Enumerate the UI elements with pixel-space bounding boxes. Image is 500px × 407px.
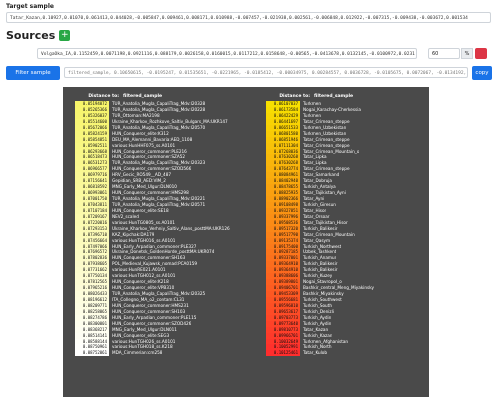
ancient-distance-table: Distance to: filtered_sample 0.05194072 T…	[75, 93, 253, 357]
population-name: MDA_Cimmerian:cm258	[112, 350, 163, 356]
table-row: 0.10125461 Tatar_Kulob	[266, 350, 418, 357]
filter-sample-button[interactable]: Filter sample	[6, 66, 60, 80]
copy-button[interactable]: copy	[472, 66, 492, 80]
sources-header: Sources +	[6, 29, 71, 42]
distance-value: 0.10125461	[266, 350, 300, 357]
source-percent-input[interactable]: 60	[428, 48, 460, 59]
add-source-button[interactable]: +	[59, 30, 71, 41]
source-sample-input[interactable]: VolgaOka_IA,0.1152459,0.0071198,0.092111…	[37, 48, 417, 59]
table-rows: 0.05194072 TUR_Anatolia_Mugla_CapaliTrag_…	[75, 101, 253, 357]
target-sample-input[interactable]: Tatar_Kazan,0.10927,0.01070,0.061413,0.0…	[6, 12, 491, 23]
percent-symbol: %	[461, 48, 473, 59]
remove-source-button[interactable]	[475, 48, 487, 59]
table-row: 0.08752061 MDA_Cimmerian:cm258	[75, 350, 253, 357]
header-sample-name: filtered_sample	[123, 94, 163, 99]
header-distance-label: Distance to:	[279, 94, 310, 99]
sources-title: Sources	[6, 29, 56, 42]
filtered-sample-output[interactable]: filtered_sample, 0.10650615, -0.0195247,…	[64, 67, 468, 78]
target-sample-title: Target sample	[6, 3, 54, 10]
header-distance-label: Distance to:	[88, 94, 119, 99]
header-sample-name: filtered_sample	[314, 94, 354, 99]
table-rows: 0.06107037 Turkmen 0.06173584 Nogai_Karacha…	[266, 101, 418, 357]
table-header: Distance to: filtered_sample	[266, 93, 418, 100]
modern-distance-table: Distance to: filtered_sample 0.06107037 T…	[266, 93, 418, 357]
table-header: Distance to: filtered_sample	[75, 93, 253, 100]
distance-results-panel: Distance to: filtered_sample 0.05194072 T…	[63, 87, 429, 397]
population-name: Tatar_Kulob	[303, 350, 328, 356]
distance-value: 0.08752061	[75, 350, 109, 357]
